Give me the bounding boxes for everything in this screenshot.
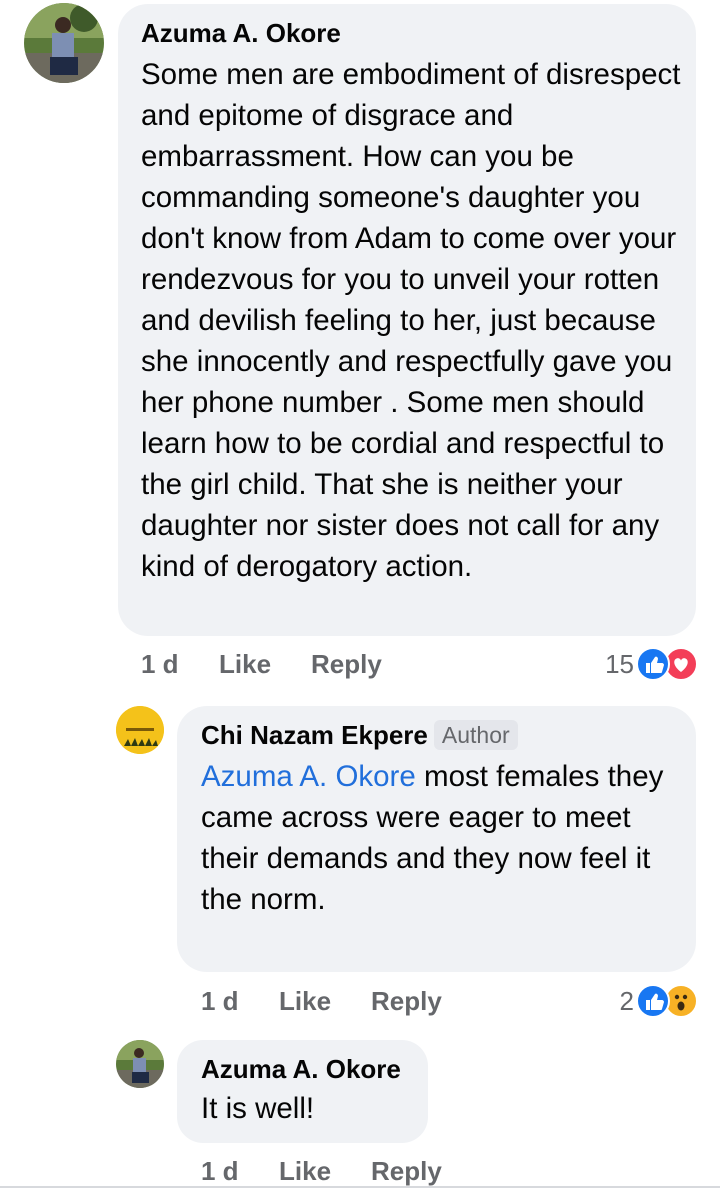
comment-author[interactable]: Chi Nazam Ekpere bbox=[201, 720, 428, 750]
reaction-count: 2 bbox=[619, 986, 634, 1016]
like-reaction-icon bbox=[636, 647, 670, 681]
comment-time[interactable]: 1 d bbox=[141, 647, 179, 681]
comment-text: It is well! bbox=[201, 1092, 315, 1125]
comment-text: Some men are embodiment of disrespect an… bbox=[141, 58, 681, 583]
comment-bubble: Azuma A. Okore Some men are embodiment o… bbox=[118, 4, 696, 636]
reaction-summary[interactable]: 2 bbox=[560, 984, 700, 1018]
like-button[interactable]: Like bbox=[279, 1154, 331, 1188]
reply-button[interactable]: Reply bbox=[371, 984, 442, 1018]
reaction-summary[interactable]: 15 bbox=[560, 647, 700, 681]
like-reaction-icon bbox=[636, 984, 670, 1018]
reply-button[interactable]: Reply bbox=[371, 1154, 442, 1188]
avatar[interactable] bbox=[116, 706, 164, 754]
mention-link[interactable]: Azuma A. Okore bbox=[201, 760, 416, 793]
avatar[interactable] bbox=[24, 3, 104, 83]
avatar[interactable] bbox=[116, 1040, 164, 1088]
comment-author[interactable]: Azuma A. Okore bbox=[201, 1054, 401, 1084]
comment-time[interactable]: 1 d bbox=[201, 984, 239, 1018]
comment-author[interactable]: Azuma A. Okore bbox=[141, 18, 341, 48]
like-button[interactable]: Like bbox=[219, 647, 271, 681]
comment-text: Azuma A. Okore most females they came ac… bbox=[201, 756, 676, 920]
comment-bubble: Chi Nazam Ekpere Author Azuma A. Okore mo… bbox=[177, 706, 696, 972]
reply-button[interactable]: Reply bbox=[311, 647, 382, 681]
divider bbox=[0, 1186, 720, 1188]
comment-time[interactable]: 1 d bbox=[201, 1154, 239, 1188]
reaction-count: 15 bbox=[605, 649, 634, 679]
like-button[interactable]: Like bbox=[279, 984, 331, 1018]
comment-bubble: Azuma A. Okore It is well! bbox=[177, 1040, 428, 1143]
author-badge: Author bbox=[433, 720, 518, 750]
